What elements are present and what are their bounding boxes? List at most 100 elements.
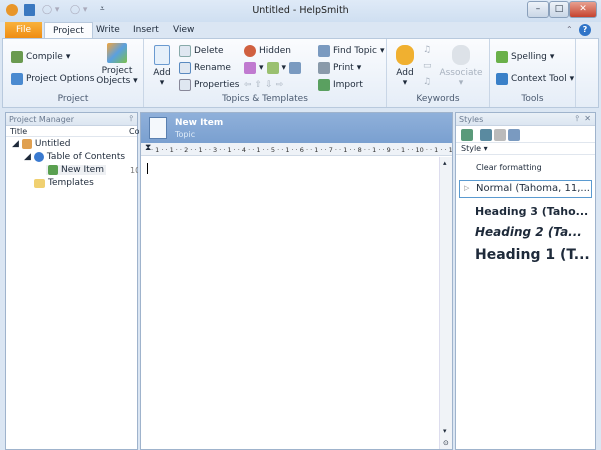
page-nav-icon[interactable]: ⊙	[443, 439, 449, 447]
close-panel-icon[interactable]: ✕	[584, 114, 591, 123]
tree-item-untitled[interactable]: ◢ Untitled	[12, 139, 71, 149]
column-title[interactable]: Title	[10, 127, 27, 136]
topic-type: Topic	[175, 130, 196, 139]
editor-header: New Item Topic	[141, 113, 452, 143]
move-up-icon[interactable]: ⇧	[255, 80, 263, 90]
tab-project[interactable]: Project	[44, 22, 93, 39]
properties-icon	[179, 79, 191, 91]
move-right-icon[interactable]: ⇨	[276, 80, 284, 90]
keyword-delete-icon[interactable]: ♫	[423, 77, 431, 87]
associate-button[interactable]: Associate ▾	[439, 45, 483, 88]
new-style-icon[interactable]	[461, 129, 473, 141]
rename-icon	[179, 62, 191, 74]
tab-view[interactable]: View	[165, 22, 202, 39]
delete-style-icon[interactable]	[494, 129, 506, 141]
print-button[interactable]: Print ▾	[318, 62, 361, 74]
help-toc-icon	[33, 152, 44, 162]
add-topic-button[interactable]: Add ▾	[150, 45, 174, 88]
add-topic-icon	[154, 45, 170, 65]
group-label-tools: Tools	[521, 94, 544, 104]
find-topic-button[interactable]: Find Topic ▾	[318, 45, 384, 57]
edit-style-icon[interactable]	[508, 129, 520, 141]
tree-item-toc[interactable]: ◢ Table of Contents	[24, 152, 125, 162]
properties-button[interactable]: Properties	[179, 79, 239, 91]
group-label-topics: Topics & Templates	[222, 94, 308, 104]
delete-icon	[179, 45, 191, 57]
scroll-up-icon[interactable]: ▴	[443, 159, 447, 167]
tree-item-new-item[interactable]: New Item	[46, 165, 106, 175]
topic-edit-icon	[149, 117, 167, 139]
keyword-rename-icon[interactable]: ▭	[423, 61, 432, 71]
import-button[interactable]: Import	[318, 79, 363, 91]
style-heading-1[interactable]: Heading 1 (T...	[475, 247, 592, 263]
group-topics: Add ▾ Delete Rename Properties Hidden ▾ ▾…	[144, 39, 387, 107]
group-tools: Spelling ▾ Context Tool ▾ Tools	[490, 39, 576, 107]
expand-icon: ▷	[464, 184, 470, 192]
style-filter[interactable]: Style ▾	[456, 143, 595, 155]
topic-context-id: 10	[130, 166, 138, 175]
tree-item-templates[interactable]: Templates	[34, 178, 94, 188]
project-manager-header: Project Manager ⫯	[6, 113, 137, 126]
style-normal[interactable]: ▷ Normal (Tahoma, 11,...	[459, 180, 592, 198]
indent-marker-icon[interactable]: ⧗	[145, 143, 151, 153]
ribbon-tabs: File Project Write Insert View ⌃ ?	[0, 22, 601, 39]
pin-icon[interactable]: ⫯	[576, 114, 579, 124]
ruler[interactable]: · 1 · · 1 · · 2 · · 1 · · 3 · · 1 · · 4 …	[141, 143, 452, 156]
compile-icon	[11, 51, 23, 63]
window-title: Untitled - HelpSmith	[252, 5, 349, 16]
rename-button[interactable]: Rename	[179, 62, 231, 74]
project-options-button[interactable]: Project Options	[11, 73, 94, 85]
styles-header: Styles ⫯ ✕	[456, 113, 595, 126]
maximize-button[interactable]: □	[549, 1, 569, 18]
style-heading-2[interactable]: Heading 2 (Ta...	[475, 225, 592, 239]
collapse-ribbon-icon[interactable]: ⌃	[566, 25, 573, 34]
pin-icon[interactable]: ⫯	[130, 114, 133, 124]
project-options-icon	[11, 73, 23, 85]
minimize-button[interactable]: –	[527, 1, 549, 18]
delete-button[interactable]: Delete	[179, 45, 224, 57]
print-icon	[318, 62, 330, 74]
editor-scrollbar[interactable]: ▴ ▾ ⊙	[439, 157, 452, 449]
topic-icon	[48, 165, 58, 175]
scroll-down-icon[interactable]: ▾	[443, 427, 447, 435]
project-objects-icon	[107, 43, 127, 63]
editor-content[interactable]	[141, 157, 439, 449]
add-keyword-button[interactable]: Add ▾	[393, 45, 417, 88]
template-icon[interactable]	[289, 62, 302, 74]
associate-icon	[452, 45, 470, 65]
key-add-icon	[396, 45, 414, 65]
help-icon[interactable]: ?	[579, 24, 591, 36]
project-icon	[21, 139, 32, 149]
keyword-edit-icon[interactable]: ♫	[423, 45, 431, 55]
topic-title: New Item	[175, 118, 224, 128]
add-style-icon[interactable]	[480, 129, 492, 141]
tab-file[interactable]: File	[5, 22, 42, 39]
move-left-icon[interactable]: ⇦	[244, 80, 252, 90]
folder-icon	[34, 178, 45, 188]
import-icon	[318, 79, 330, 91]
topic-tools-row: ▾ ▾	[244, 62, 302, 74]
close-button[interactable]: ✕	[569, 1, 597, 18]
hidden-icon	[244, 45, 256, 57]
tree-header: Title Co	[6, 126, 139, 137]
group-label-project: Project	[57, 94, 89, 104]
spelling-icon	[496, 51, 508, 63]
style-clear-formatting[interactable]: Clear formatting	[476, 163, 592, 172]
spelling-button[interactable]: Spelling ▾	[496, 51, 554, 63]
style-heading-3[interactable]: Heading 3 (Taho...	[475, 205, 592, 218]
context-tool-button[interactable]: Context Tool ▾	[496, 73, 574, 85]
tab-insert[interactable]: Insert	[125, 22, 167, 39]
color-icon[interactable]	[244, 62, 256, 74]
hidden-button[interactable]: Hidden	[244, 45, 291, 57]
status-icon[interactable]	[266, 62, 279, 74]
move-down-icon[interactable]: ⇩	[265, 80, 273, 90]
title-bar: ◯ ▾ ◯ ▾ ⩡ Untitled - HelpSmith – □ ✕	[0, 0, 601, 22]
project-manager-panel: Project Manager ⫯ Title Co ◢ Untitled ◢ T…	[5, 112, 139, 450]
tab-write[interactable]: Write	[88, 22, 128, 39]
find-topic-icon	[318, 45, 330, 57]
project-tree: ◢ Untitled ◢ Table of Contents New Item …	[6, 137, 138, 197]
project-objects-button[interactable]: Project Objects ▾	[95, 43, 139, 86]
column-context[interactable]: Co	[129, 127, 139, 136]
compile-button[interactable]: Compile ▾	[11, 51, 70, 63]
group-keywords: Add ▾ ♫ ▭ ♫ Associate ▾ Keywords	[387, 39, 490, 107]
